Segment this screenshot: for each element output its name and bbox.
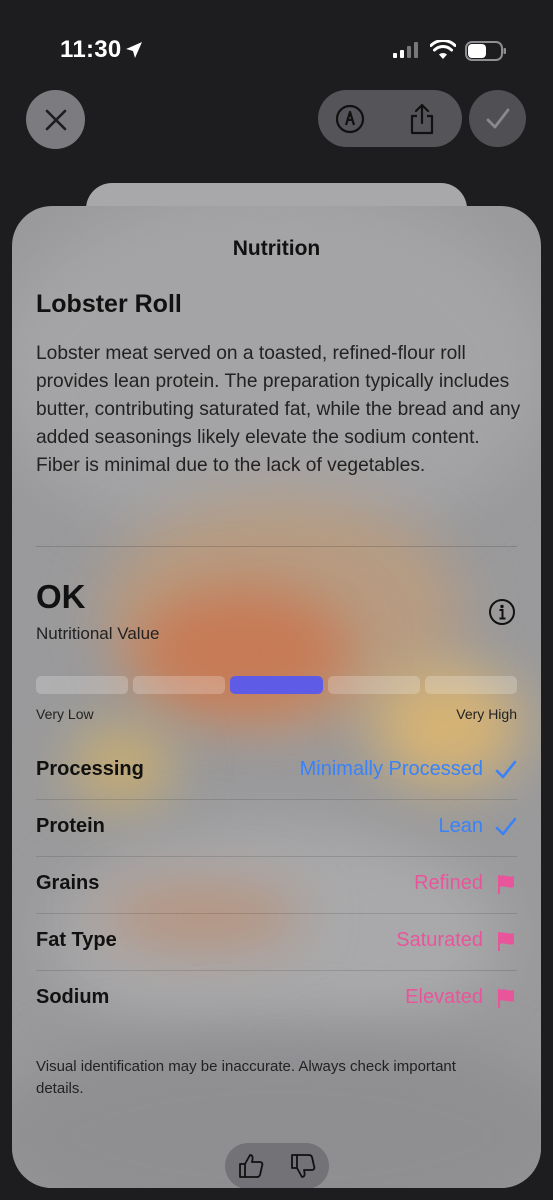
done-button[interactable] (469, 90, 526, 147)
feedback-group (225, 1143, 329, 1188)
checkmark-icon (495, 760, 517, 779)
factor-row: Protein Lean (36, 800, 517, 857)
scale-segment (424, 676, 517, 694)
factor-row: Fat Type Saturated (36, 914, 517, 971)
wifi-icon (430, 40, 456, 59)
thumbs-down-icon (291, 1154, 316, 1178)
scale-high-label: Very High (456, 706, 517, 722)
factor-value: Saturated (396, 929, 483, 951)
disclaimer: Visual identification may be inaccurate.… (36, 1058, 456, 1097)
status-time: 11:30 (60, 36, 122, 63)
status-bar: 11:30 (0, 0, 553, 100)
nutrition-rating: OK (36, 578, 86, 615)
markup-pen-icon (335, 104, 365, 133)
factor-row: Grains Refined (36, 857, 517, 914)
checkmark-icon (495, 817, 517, 836)
nutrition-rating-label: Nutritional Value (36, 624, 160, 643)
factor-label: Protein (36, 815, 105, 837)
factor-value: Minimally Processed (299, 758, 483, 780)
factor-value: Elevated (405, 986, 483, 1008)
scale-segment-active (230, 676, 323, 694)
share-icon (410, 103, 434, 134)
nutrition-sheet: Nutrition Lobster Roll Lobster meat serv… (12, 206, 541, 1188)
battery-icon (465, 41, 506, 61)
thumbs-up-icon (239, 1154, 264, 1178)
checkmark-icon (486, 108, 509, 128)
sheet-title: Nutrition (232, 237, 321, 260)
factor-value: Refined (414, 872, 483, 894)
scale-low-label: Very Low (36, 706, 94, 722)
divider (36, 546, 517, 547)
factor-label: Sodium (36, 986, 110, 1008)
flag-icon (498, 989, 514, 1008)
cellular-signal-icon (393, 42, 418, 58)
factor-label: Fat Type (36, 929, 117, 951)
nutrition-scale (36, 676, 517, 694)
factor-value: Lean (438, 815, 484, 837)
markup-button[interactable] (318, 90, 382, 147)
nutrition-factors-list: Processing Minimally Processed Protein Lean… (36, 743, 517, 1027)
scale-segment (36, 676, 129, 694)
scale-segment (133, 676, 226, 694)
info-icon[interactable] (488, 598, 516, 626)
close-button[interactable] (26, 90, 85, 149)
food-description: Lobster meat served on a toasted, refine… (36, 343, 521, 476)
share-button[interactable] (390, 90, 454, 147)
factor-label: Processing (36, 758, 144, 780)
food-name: Lobster Roll (36, 290, 182, 318)
flag-icon (498, 932, 514, 951)
thumbs-up-button[interactable] (225, 1143, 277, 1188)
toolbar-group (318, 90, 462, 147)
factor-label: Grains (36, 872, 100, 894)
scale-segment (327, 676, 420, 694)
close-icon (45, 109, 66, 130)
thumbs-down-button[interactable] (277, 1143, 329, 1188)
factor-row: Processing Minimally Processed (36, 743, 517, 800)
flag-icon (498, 875, 514, 894)
factor-row: Sodium Elevated (36, 971, 517, 1027)
location-arrow-icon (126, 42, 142, 58)
